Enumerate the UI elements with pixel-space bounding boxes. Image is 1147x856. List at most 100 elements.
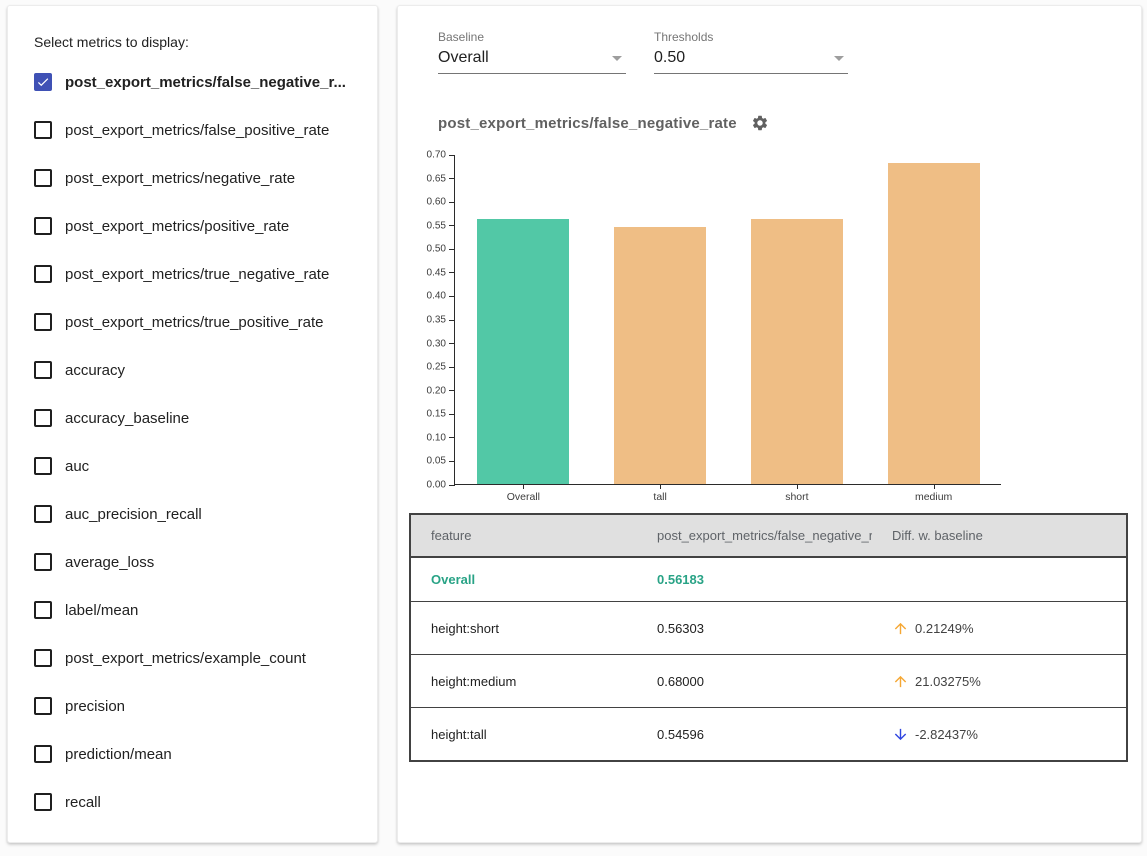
y-axis-tick-mark <box>449 225 455 226</box>
metric-checkbox-item[interactable]: accuracy_baseline <box>34 394 357 442</box>
checkbox-icon[interactable] <box>34 697 52 715</box>
metric-checkbox-item[interactable]: auc <box>34 442 357 490</box>
y-axis-tick-label: 0.40 <box>427 291 446 302</box>
metric-label: accuracy <box>65 362 125 379</box>
metric-label: post_export_metrics/false_positive_rate <box>65 122 329 139</box>
x-axis-tick-label: medium <box>915 491 952 503</box>
checkbox-icon[interactable] <box>34 649 52 667</box>
checkbox-icon[interactable] <box>34 361 52 379</box>
baseline-select[interactable]: Baseline Overall <box>438 30 626 74</box>
table-row[interactable]: height:medium 0.68000 21.03275% <box>410 655 1127 708</box>
checkbox-icon[interactable] <box>34 457 52 475</box>
metric-checkbox-item[interactable]: precision <box>34 682 357 730</box>
y-axis-tick-label: 0.35 <box>427 315 446 326</box>
metric-label: post_export_metrics/example_count <box>65 650 306 667</box>
y-axis-tick-mark <box>449 296 455 297</box>
controls-row: Baseline Overall Thresholds 0.50 <box>438 30 1101 74</box>
checkbox-icon[interactable] <box>34 121 52 139</box>
feature-cell: height:tall <box>410 708 637 762</box>
diff-arrow-icon <box>892 620 909 637</box>
checkbox-icon[interactable] <box>34 313 52 331</box>
y-axis-tick-mark <box>449 390 455 391</box>
y-axis-tick-mark <box>449 485 455 486</box>
header-metric: post_export_metrics/false_negative_rat..… <box>637 514 872 557</box>
x-axis-tick-mark <box>523 484 524 489</box>
metric-label: post_export_metrics/true_positive_rate <box>65 314 323 331</box>
diff-cell: 21.03275% <box>872 655 1127 708</box>
x-axis-tick-label: Overall <box>507 491 540 503</box>
y-axis-tick-label: 0.20 <box>427 385 446 396</box>
metric-checkbox-item[interactable]: post_export_metrics/negative_rate <box>34 154 357 202</box>
y-axis-tick-label: 0.65 <box>427 173 446 184</box>
header-feature: feature <box>410 514 637 557</box>
checkbox-icon[interactable] <box>34 409 52 427</box>
checkbox-icon[interactable] <box>34 265 52 283</box>
chart-plot-area: 0.000.050.100.150.200.250.300.350.400.45… <box>454 155 1001 485</box>
metric-value-cell: 0.56183 <box>637 557 872 602</box>
metric-label: auc <box>65 458 89 475</box>
table-row[interactable]: height:short 0.56303 0.21249% <box>410 602 1127 655</box>
diff-arrow-icon <box>892 673 909 690</box>
y-axis-tick-label: 0.55 <box>427 220 446 231</box>
checkbox-icon[interactable] <box>34 217 52 235</box>
y-axis-tick-mark <box>449 178 455 179</box>
x-axis-tick-mark <box>797 484 798 489</box>
chart-title: post_export_metrics/false_negative_rate <box>438 115 737 132</box>
metric-checkbox-item[interactable]: post_export_metrics/true_negative_rate <box>34 250 357 298</box>
diff-arrow-icon <box>892 726 909 743</box>
metric-checkbox-item[interactable]: post_export_metrics/true_positive_rate <box>34 298 357 346</box>
diff-cell: 0.21249% <box>872 602 1127 655</box>
metric-checkbox-item[interactable]: accuracy <box>34 346 357 394</box>
y-axis-tick-mark <box>449 414 455 415</box>
y-axis-tick-label: 0.00 <box>427 480 446 491</box>
metric-selector-panel: Select metrics to display: post_export_m… <box>7 5 378 843</box>
bar-medium[interactable] <box>888 163 980 484</box>
checkbox-icon[interactable] <box>34 505 52 523</box>
checkbox-icon[interactable] <box>34 601 52 619</box>
metric-checkbox-item[interactable]: prediction/mean <box>34 730 357 778</box>
table-row[interactable]: Overall 0.56183 <box>410 557 1127 602</box>
metric-checkbox-item[interactable]: recall <box>34 778 357 826</box>
checkbox-icon[interactable] <box>34 553 52 571</box>
y-axis-tick-mark <box>449 343 455 344</box>
y-axis-tick-label: 0.05 <box>427 456 446 467</box>
gear-icon[interactable] <box>751 114 769 132</box>
checkbox-icon[interactable] <box>34 169 52 187</box>
bar-Overall[interactable] <box>477 219 569 484</box>
y-axis-tick-label: 0.60 <box>427 197 446 208</box>
diff-value: -2.82437% <box>915 727 978 742</box>
y-axis-tick-mark <box>449 437 455 438</box>
metric-checkbox-item[interactable]: auc_precision_recall <box>34 490 357 538</box>
table-row[interactable]: height:tall 0.54596 -2.82437% <box>410 708 1127 762</box>
y-axis-tick-mark <box>449 249 455 250</box>
metric-checkbox-item[interactable]: post_export_metrics/positive_rate <box>34 202 357 250</box>
y-axis-tick-mark <box>449 272 455 273</box>
metric-label: recall <box>65 794 101 811</box>
metric-label: auc_precision_recall <box>65 506 202 523</box>
metric-checkbox-item[interactable]: average_loss <box>34 538 357 586</box>
metric-label: precision <box>65 698 125 715</box>
bar-tall[interactable] <box>614 227 706 484</box>
table-header-row: feature post_export_metrics/false_negati… <box>410 514 1127 557</box>
metric-label: average_loss <box>65 554 154 571</box>
bar-chart: 0.000.050.100.150.200.250.300.350.400.45… <box>424 145 1044 499</box>
metric-checkbox-item[interactable]: label/mean <box>34 586 357 634</box>
y-axis-tick-label: 0.30 <box>427 338 446 349</box>
thresholds-select[interactable]: Thresholds 0.50 <box>654 30 848 74</box>
metric-checkbox-item[interactable]: post_export_metrics/example_count <box>34 634 357 682</box>
metric-checkbox-item[interactable]: post_export_metrics/false_positive_rate <box>34 106 357 154</box>
diff-value: 21.03275% <box>915 674 981 689</box>
y-axis-tick-mark <box>449 155 455 156</box>
checkbox-icon[interactable] <box>34 745 52 763</box>
metric-checkbox-item[interactable]: post_export_metrics/false_negative_r... <box>34 58 357 106</box>
metric-label: post_export_metrics/negative_rate <box>65 170 295 187</box>
metric-value-cell: 0.68000 <box>637 655 872 708</box>
diff-cell: -2.82437% <box>872 708 1127 762</box>
bar-short[interactable] <box>751 219 843 484</box>
metric-label: label/mean <box>65 602 138 619</box>
feature-cell: Overall <box>410 557 637 602</box>
metric-label: post_export_metrics/false_negative_r... <box>65 74 346 91</box>
checkbox-icon[interactable] <box>34 793 52 811</box>
metric-detail-panel: Baseline Overall Thresholds 0.50 post_ex… <box>397 5 1142 843</box>
checkbox-icon[interactable] <box>34 73 52 91</box>
